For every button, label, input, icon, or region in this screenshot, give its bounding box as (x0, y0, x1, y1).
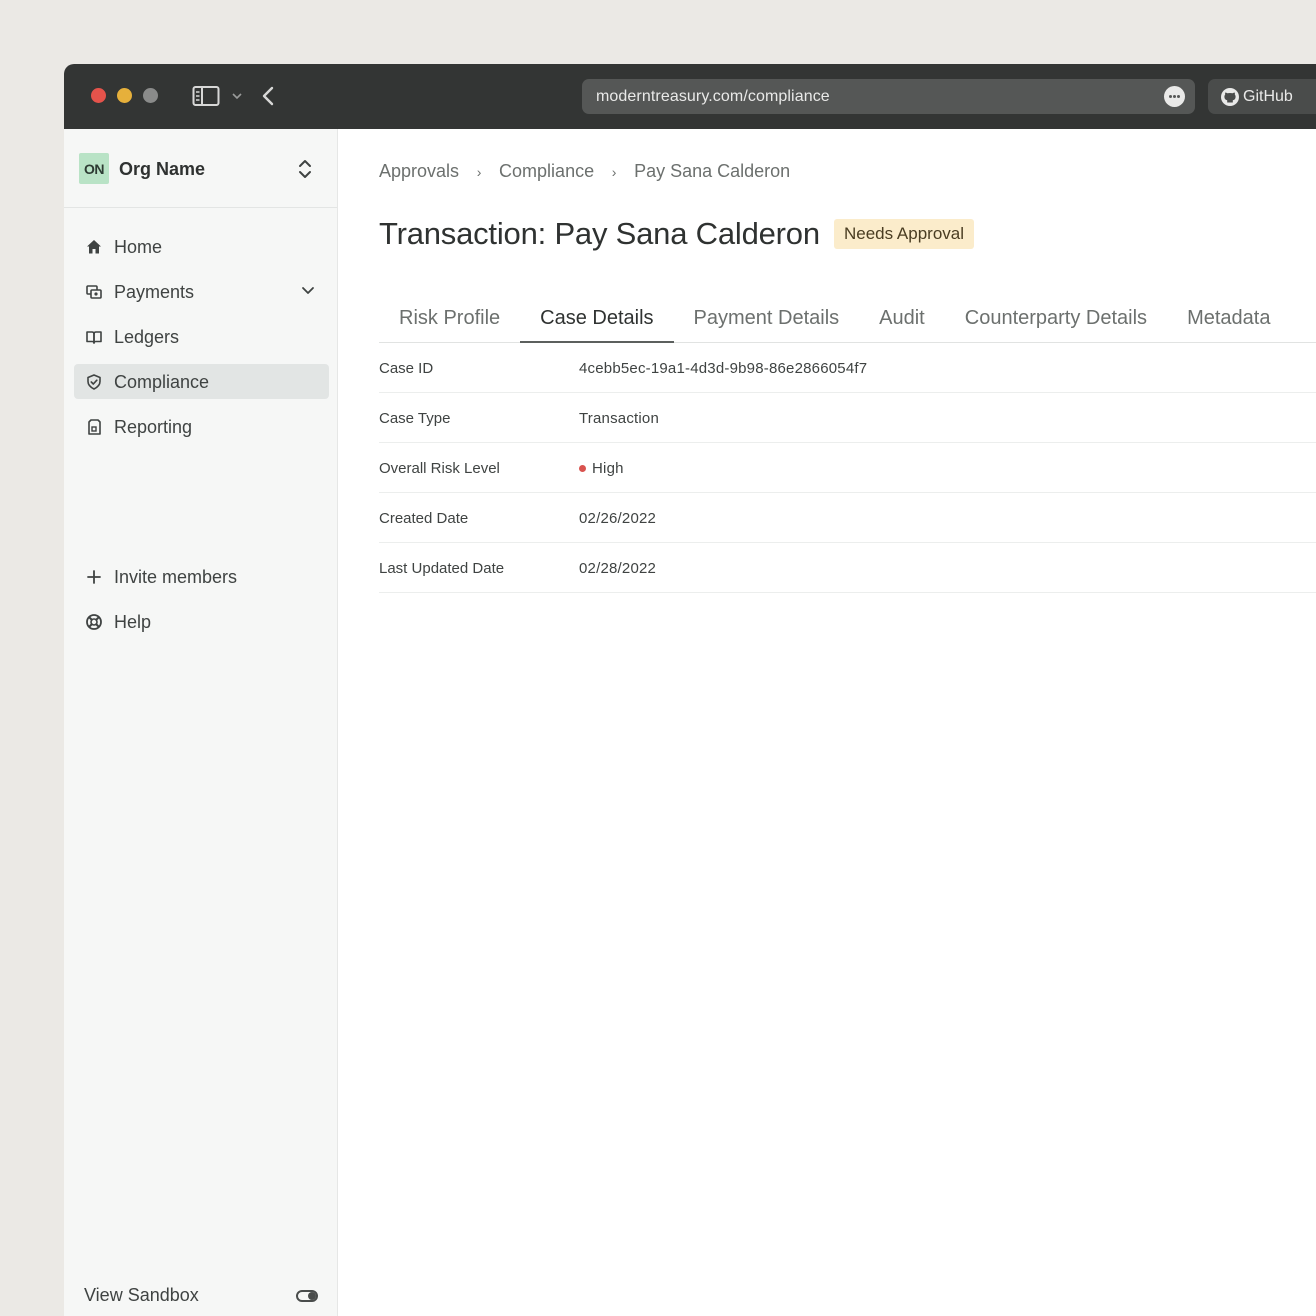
detail-value: High (592, 460, 624, 477)
plus-icon (87, 570, 101, 584)
close-window-button[interactable] (91, 88, 106, 103)
toggle-knob (308, 1292, 316, 1300)
report-icon (88, 419, 101, 435)
help-icon (86, 614, 102, 630)
case-details-table: Case ID 4cebb5ec-19a1-4d3d-9b98-86e28660… (379, 343, 1316, 593)
detail-value: 4cebb5ec-19a1-4d3d-9b98-86e2866054f7 (579, 360, 868, 377)
org-avatar: ON (79, 153, 109, 184)
risk-level-value: High (579, 460, 624, 477)
sidebar-item-home[interactable]: Home (74, 229, 329, 264)
sidebar-item-ledgers[interactable]: Ledgers (74, 319, 329, 354)
breadcrumb-compliance[interactable]: Compliance (499, 161, 594, 182)
minimize-window-button[interactable] (117, 88, 132, 103)
sidebar-item-label: Payments (114, 282, 195, 302)
home-icon (87, 240, 101, 254)
detail-label: Overall Risk Level (379, 460, 500, 477)
detail-row-created-date: Created Date 02/26/2022 (379, 493, 1316, 543)
github-button[interactable]: GitHub (1208, 79, 1316, 114)
tab-counterparty-details[interactable]: Counterparty Details (945, 299, 1167, 343)
tab-metadata[interactable]: Metadata (1167, 299, 1290, 343)
risk-indicator-dot (579, 465, 586, 472)
sidebar-item-reporting[interactable]: Reporting (74, 409, 329, 444)
sidebar-item-label: Home (114, 237, 163, 257)
payments-icon (86, 285, 102, 299)
tab-bar: Risk Profile Case Details Payment Detail… (379, 299, 1316, 343)
book-icon (86, 331, 102, 344)
sidebar-secondary-nav: Invite members Help (74, 559, 329, 649)
sidebar: ON Org Name Home Payments Ledgers Compli… (64, 129, 338, 1316)
tab-case-details[interactable]: Case Details (520, 299, 674, 343)
detail-value: 02/28/2022 (579, 560, 657, 577)
sidebar-item-label: Reporting (114, 417, 193, 437)
org-switcher[interactable]: ON Org Name (64, 129, 337, 208)
chevron-down-icon[interactable] (301, 286, 315, 296)
sidebar-item-label: Compliance (114, 372, 210, 392)
breadcrumb-chevron-icon: › (476, 163, 482, 180)
sidebar-item-label: Ledgers (114, 327, 180, 347)
detail-row-updated-date: Last Updated Date 02/28/2022 (379, 543, 1316, 593)
help-label: Help (114, 612, 152, 632)
invite-members-label: Invite members (114, 567, 238, 587)
sidebar-toggle-icon[interactable] (192, 85, 220, 107)
maximize-window-button[interactable] (143, 88, 158, 103)
breadcrumb-chevron-icon: › (611, 163, 617, 180)
status-badge: Needs Approval (834, 219, 975, 249)
org-name: Org Name (119, 159, 206, 179)
detail-label: Case Type (379, 410, 451, 427)
shield-icon (87, 374, 101, 390)
github-icon (1221, 88, 1239, 106)
detail-value: 02/26/2022 (579, 510, 657, 527)
detail-label: Created Date (379, 510, 469, 527)
main-content: Approvals › Compliance › Pay Sana Calder… (339, 129, 1316, 1316)
view-sandbox-label: View Sandbox (84, 1285, 199, 1305)
sidebar-item-compliance[interactable]: Compliance (74, 364, 329, 399)
browser-window: moderntreasury.com/compliance GitHub ON … (64, 64, 1316, 1316)
tab-audit[interactable]: Audit (859, 299, 945, 343)
more-options-icon[interactable] (1164, 86, 1185, 107)
invite-members-button[interactable]: Invite members (74, 559, 329, 594)
help-button[interactable]: Help (74, 604, 329, 639)
detail-row-risk-level: Overall Risk Level High (379, 443, 1316, 493)
breadcrumb: Approvals › Compliance › Pay Sana Calder… (379, 161, 790, 182)
tab-risk-profile[interactable]: Risk Profile (379, 299, 520, 343)
sidebar-nav: Home Payments Ledgers Compliance Reporti… (74, 229, 329, 454)
detail-label: Case ID (379, 360, 434, 377)
github-label: GitHub (1243, 88, 1293, 105)
url-text: moderntreasury.com/compliance (596, 88, 830, 105)
sandbox-toggle[interactable] (296, 1290, 318, 1302)
back-arrow-icon[interactable] (260, 84, 276, 108)
tab-payment-details[interactable]: Payment Details (674, 299, 860, 343)
detail-label: Last Updated Date (379, 560, 505, 577)
sidebar-item-payments[interactable]: Payments (74, 274, 329, 309)
chevron-down-icon[interactable] (231, 90, 243, 102)
breadcrumb-approvals[interactable]: Approvals (379, 161, 459, 182)
detail-row-case-id: Case ID 4cebb5ec-19a1-4d3d-9b98-86e28660… (379, 343, 1316, 393)
address-bar[interactable]: moderntreasury.com/compliance (582, 79, 1195, 114)
page-title: Transaction: Pay Sana Calderon (379, 216, 820, 251)
browser-titlebar: moderntreasury.com/compliance GitHub (64, 64, 1316, 129)
breadcrumb-current: Pay Sana Calderon (634, 161, 791, 181)
chevron-up-down-icon[interactable] (297, 157, 313, 181)
detail-row-case-type: Case Type Transaction (379, 393, 1316, 443)
detail-value: Transaction (579, 410, 660, 427)
